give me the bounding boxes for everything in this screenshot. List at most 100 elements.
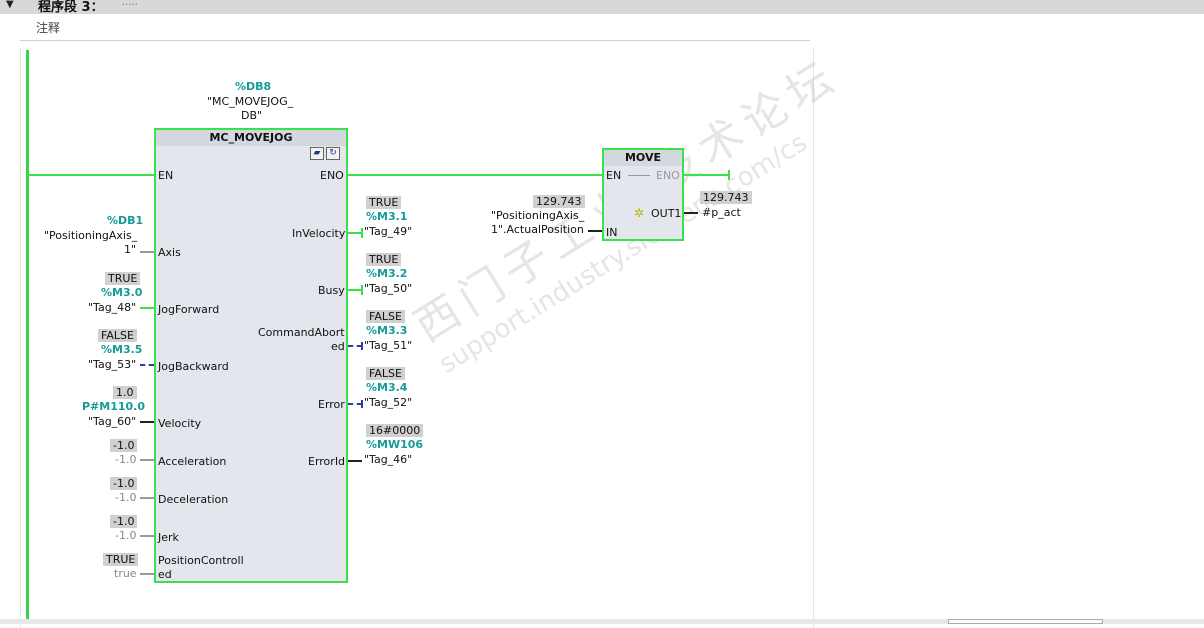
move-in-value: 129.743 bbox=[533, 195, 585, 208]
move-title: MOVE bbox=[604, 150, 682, 166]
pin-jerk: Jerk bbox=[158, 531, 179, 544]
power-rail bbox=[26, 50, 29, 624]
instance-db-name-cont: DB" bbox=[241, 109, 263, 122]
error-tag[interactable]: "Tag_52" bbox=[364, 396, 412, 409]
pin-error: Error bbox=[318, 398, 345, 411]
poscontrolled-default[interactable]: true bbox=[114, 567, 137, 580]
instance-icon[interactable]: ▰ bbox=[310, 147, 324, 160]
axis-tag[interactable]: "PositioningAxis_ bbox=[44, 229, 137, 242]
error-value: FALSE bbox=[366, 367, 405, 380]
move-out-value: 129.743 bbox=[700, 191, 752, 204]
move-in-tag-cont: 1".ActualPosition bbox=[491, 223, 584, 236]
busy-value: TRUE bbox=[366, 253, 402, 266]
pin-eno: ENO bbox=[320, 169, 344, 182]
error-stub bbox=[361, 400, 363, 408]
invelocity-value: TRUE bbox=[366, 196, 402, 209]
pin-jogbackward: JogBackward bbox=[158, 360, 229, 373]
mc-movejog-block[interactable]: MC_MOVEJOG bbox=[154, 128, 348, 583]
network-area bbox=[20, 48, 814, 628]
pin-positioncontrolled: PositionControll bbox=[158, 554, 244, 567]
pin-acceleration: Acceleration bbox=[158, 455, 227, 468]
commandaborted-address: %M3.3 bbox=[366, 324, 408, 337]
errorid-address: %MW106 bbox=[366, 438, 424, 451]
move-in-tag[interactable]: "PositioningAxis_ bbox=[491, 209, 584, 222]
commandaborted-tag[interactable]: "Tag_51" bbox=[364, 339, 412, 352]
instance-db-address: %DB8 bbox=[235, 80, 272, 93]
pin-errorid: ErrorId bbox=[308, 455, 346, 468]
errorid-tag[interactable]: "Tag_46" bbox=[364, 453, 412, 466]
block-title: MC_MOVEJOG bbox=[156, 130, 346, 146]
jogbackward-wire bbox=[140, 364, 154, 366]
jogforward-tag[interactable]: "Tag_48" bbox=[88, 301, 136, 314]
jogforward-address: %M3.0 bbox=[101, 286, 143, 299]
jerk-wire bbox=[140, 535, 154, 537]
jogforward-wire bbox=[140, 307, 154, 309]
jogforward-value: TRUE bbox=[105, 272, 141, 285]
velocity-value: 1.0 bbox=[113, 386, 137, 399]
instance-db-name[interactable]: "MC_MOVEJOG_ bbox=[207, 95, 293, 108]
move-in-wire bbox=[588, 230, 602, 232]
pin-busy: Busy bbox=[318, 284, 345, 297]
move-pin-en: EN bbox=[606, 169, 622, 182]
velocity-wire bbox=[140, 421, 154, 423]
move-internal-line bbox=[628, 175, 650, 176]
invelocity-address: %M3.1 bbox=[366, 210, 408, 223]
pin-velocity: Velocity bbox=[158, 417, 202, 430]
move-pin-out1: OUT1 bbox=[651, 207, 682, 220]
diagnostic-icon[interactable]: ↻ bbox=[326, 147, 340, 160]
invelocity-stub bbox=[361, 228, 363, 238]
acceleration-value: -1.0 bbox=[110, 439, 138, 452]
poscontrolled-wire bbox=[140, 573, 154, 575]
jerk-default[interactable]: -1.0 bbox=[115, 529, 136, 542]
collapse-arrow-icon[interactable]: ▼ bbox=[6, 0, 14, 10]
poscontrolled-value: TRUE bbox=[103, 553, 139, 566]
move-pin-eno: ENO bbox=[656, 169, 680, 182]
invelocity-wire bbox=[348, 232, 362, 234]
busy-address: %M3.2 bbox=[366, 267, 408, 280]
error-wire bbox=[348, 403, 362, 405]
commandaborted-value: FALSE bbox=[366, 310, 405, 323]
pin-deceleration: Deceleration bbox=[158, 493, 229, 506]
invelocity-tag[interactable]: "Tag_49" bbox=[364, 225, 412, 238]
pin-axis: Axis bbox=[158, 246, 181, 259]
jogbackward-address: %M3.5 bbox=[101, 343, 143, 356]
network-title-placeholder[interactable]: ..... bbox=[122, 0, 138, 8]
eno-to-move-line bbox=[346, 174, 604, 176]
pin-commandaborted: CommandAbort bbox=[258, 326, 345, 339]
pin-positioncontrolled-cont: ed bbox=[158, 568, 172, 581]
move-out-wire bbox=[684, 212, 698, 214]
deceleration-wire bbox=[140, 497, 154, 499]
axis-address: %DB1 bbox=[107, 214, 144, 227]
move-pin-in: IN bbox=[606, 226, 618, 239]
power-flow-line bbox=[28, 174, 156, 176]
velocity-tag[interactable]: "Tag_60" bbox=[88, 415, 136, 428]
axis-wire bbox=[140, 251, 154, 253]
error-address: %M3.4 bbox=[366, 381, 408, 394]
velocity-address: P#M110.0 bbox=[82, 400, 146, 413]
out-status-icon: ✲ bbox=[634, 206, 645, 220]
pin-jogforward: JogForward bbox=[158, 303, 220, 316]
errorid-value: 16#0000 bbox=[366, 424, 424, 437]
busy-stub bbox=[361, 285, 363, 295]
commandaborted-stub bbox=[361, 342, 363, 350]
acceleration-wire bbox=[140, 459, 154, 461]
move-eno-line bbox=[682, 174, 730, 176]
busy-wire bbox=[348, 289, 362, 291]
network-header[interactable] bbox=[0, 0, 1204, 14]
pin-en: EN bbox=[158, 169, 174, 182]
acceleration-default[interactable]: -1.0 bbox=[115, 453, 136, 466]
move-out-tag[interactable]: #p_act bbox=[702, 206, 741, 219]
commandaborted-wire bbox=[348, 345, 362, 347]
jogbackward-value: FALSE bbox=[98, 329, 137, 342]
deceleration-value: -1.0 bbox=[110, 477, 138, 490]
comment-divider bbox=[20, 40, 810, 41]
jogbackward-tag[interactable]: "Tag_53" bbox=[88, 358, 136, 371]
busy-tag[interactable]: "Tag_50" bbox=[364, 282, 412, 295]
network-comment[interactable]: 注释 bbox=[36, 19, 60, 36]
errorid-wire bbox=[348, 460, 362, 462]
axis-tag-cont: 1" bbox=[124, 243, 137, 256]
pin-invelocity: InVelocity bbox=[292, 227, 346, 240]
scrollbar-thumb[interactable] bbox=[948, 619, 1103, 624]
jerk-value: -1.0 bbox=[110, 515, 138, 528]
deceleration-default[interactable]: -1.0 bbox=[115, 491, 136, 504]
